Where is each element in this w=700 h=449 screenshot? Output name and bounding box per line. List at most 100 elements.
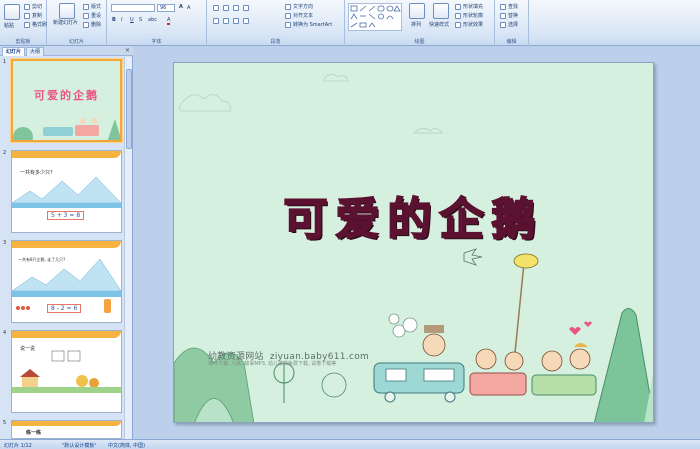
layout-icon [83, 3, 89, 10]
font-size-select[interactable]: 96 [157, 4, 175, 12]
slide-thumbnail[interactable]: 一共有多少只? 5 + 3 = 8 [11, 150, 122, 233]
clipboard-label: 剪贴板 [15, 39, 31, 45]
reset-button[interactable]: 重设 [83, 12, 101, 19]
binoculars-icon [500, 3, 506, 10]
replace-button[interactable]: 替换 [500, 12, 518, 19]
effects-icon [455, 21, 461, 28]
font-name-select[interactable] [111, 4, 155, 12]
paste-icon[interactable] [4, 4, 20, 20]
copy-icon [24, 12, 30, 19]
paragraph-group: 文字方向 对齐文本 转换为 SmartArt 段落 [207, 0, 345, 46]
thumbnail-equation: 8 - 2 = 6 [47, 304, 82, 313]
status-bar: 幻灯片 1/12 "默认设计模板" 中文(简体, 中国) [0, 439, 700, 449]
theme-name: "默认设计模板" [62, 443, 97, 449]
copy-button[interactable]: 复制 [24, 12, 42, 19]
shadow-button[interactable]: S [139, 17, 142, 23]
shape-outline-button[interactable]: 形状轮廓 [455, 12, 483, 19]
thumbnail-illustration [13, 118, 120, 140]
close-icon[interactable]: × [125, 47, 130, 54]
delete-icon [83, 21, 89, 28]
find-button[interactable]: 查找 [500, 3, 518, 10]
clipboard-group: 粘贴 剪切 复制 格式刷 剪贴板 [0, 0, 47, 46]
website-subtitle: 课件下载, 儿歌, 故事MP3, 幼儿歌曲免费下载, 试卷下载等 [208, 361, 337, 367]
strikethrough-button[interactable]: abc [148, 17, 157, 23]
slide-number: 5 [3, 420, 7, 426]
scrollbar-thumb[interactable] [126, 69, 132, 149]
slide-number: 2 [3, 150, 7, 156]
slide-thumbnail[interactable]: 一共有8只企鹅, 走了几只? 8 - 2 = 6 [11, 240, 122, 323]
shapes-gallery[interactable] [348, 3, 402, 31]
paragraph-label: 段落 [270, 39, 281, 45]
cut-button[interactable]: 剪切 [24, 3, 42, 10]
align-text-icon [285, 12, 291, 19]
text-direction-icon [285, 3, 291, 10]
align-center-icon[interactable] [223, 18, 229, 24]
slides-group: 新建幻灯片 版式 重设 删除 幻灯片 [47, 0, 107, 46]
tab-outline[interactable]: 大纲 [26, 47, 45, 56]
fill-icon [455, 3, 461, 10]
cursor-icon [500, 21, 506, 28]
font-label: 字体 [151, 39, 162, 45]
ribbon: 粘贴 剪切 复制 格式刷 剪贴板 新建幻灯片 版式 重设 删除 幻灯片 96 A… [0, 0, 700, 46]
new-slide-icon[interactable] [59, 3, 75, 19]
slide-thumbnail[interactable]: 可爱的企鹅 [11, 59, 122, 142]
smartart-button[interactable]: 转换为 SmartArt [285, 21, 332, 28]
drawing-label: 绘图 [414, 39, 425, 45]
format-painter-button[interactable]: 格式刷 [24, 21, 47, 28]
slide-number: 1 [3, 59, 7, 65]
editing-label: 编辑 [506, 39, 517, 45]
outline-icon [455, 12, 461, 19]
shapes-icon [350, 5, 401, 28]
bold-button[interactable]: B [112, 17, 116, 23]
scissors-icon [24, 3, 30, 10]
grow-font-button[interactable]: A [179, 4, 183, 10]
slide-count: 幻灯片 1/12 [4, 443, 32, 449]
font-color-button[interactable]: A [167, 17, 171, 25]
slide-title[interactable]: 可爱的企鹅 [174, 183, 653, 247]
italic-button[interactable]: I [121, 17, 122, 23]
tab-slides[interactable]: 幻灯片 [2, 47, 26, 56]
align-text-button[interactable]: 对齐文本 [285, 12, 313, 19]
smartart-icon [285, 21, 291, 28]
delete-button[interactable]: 删除 [83, 21, 101, 28]
arrange-icon[interactable] [409, 3, 425, 19]
slides-panel: 幻灯片 大纲 × 1 可爱的企鹅 2 一共有多少只? 5 + 3 = 8 3 一… [0, 46, 133, 439]
replace-icon [500, 12, 506, 19]
shape-effects-button[interactable]: 形状效果 [455, 21, 483, 28]
slide-thumbnail[interactable]: 练一练 [11, 420, 122, 439]
shape-fill-button[interactable]: 形状填充 [455, 3, 483, 10]
bullets-icon[interactable] [213, 5, 219, 11]
thumbnail-equation: 5 + 3 = 8 [47, 211, 85, 220]
language-status[interactable]: 中文(简体, 中国) [108, 442, 145, 449]
panel-scrollbar[interactable] [124, 57, 132, 439]
slide-number: 4 [3, 330, 7, 336]
shrink-font-button[interactable]: A [187, 5, 190, 11]
quick-styles-icon[interactable] [433, 3, 449, 19]
select-button[interactable]: 选择 [500, 21, 518, 28]
panel-tabs: 幻灯片 大纲 × [0, 46, 133, 56]
editing-group: 查找 替换 选择 编辑 [495, 0, 529, 46]
align-left-icon[interactable] [213, 18, 219, 24]
text-direction-button[interactable]: 文字方向 [285, 3, 313, 10]
drawing-group: 排列 快速样式 形状填充 形状轮廓 形状效果 绘图 [345, 0, 495, 46]
thumbnail-caption: 练一练 [26, 430, 42, 436]
decrease-indent-icon[interactable] [233, 5, 239, 11]
reset-icon [83, 12, 89, 19]
slide-thumbnail[interactable]: 说一说 [11, 330, 122, 413]
brush-icon [24, 21, 30, 28]
underline-button[interactable]: U [130, 17, 134, 23]
increase-indent-icon[interactable] [243, 5, 249, 11]
justify-icon[interactable] [243, 18, 249, 24]
layout-button[interactable]: 版式 [83, 3, 101, 10]
slide-number: 3 [3, 240, 7, 246]
align-right-icon[interactable] [233, 18, 239, 24]
slide-editing-area: 可爱的企鹅 幼教资源网站 ziyuan.baby611.com 课件下载, 儿歌,… [134, 46, 700, 439]
arrange-button[interactable]: 排列 [411, 21, 421, 28]
house-illustration [12, 350, 121, 393]
slides-label: 幻灯片 [68, 39, 84, 45]
paste-button[interactable]: 粘贴 [4, 22, 14, 29]
numbering-icon[interactable] [223, 5, 229, 11]
current-slide[interactable]: 可爱的企鹅 幼教资源网站 ziyuan.baby611.com 课件下载, 儿歌,… [173, 62, 654, 423]
quick-styles-button[interactable]: 快速样式 [429, 21, 449, 28]
new-slide-button[interactable]: 新建幻灯片 [53, 20, 81, 26]
